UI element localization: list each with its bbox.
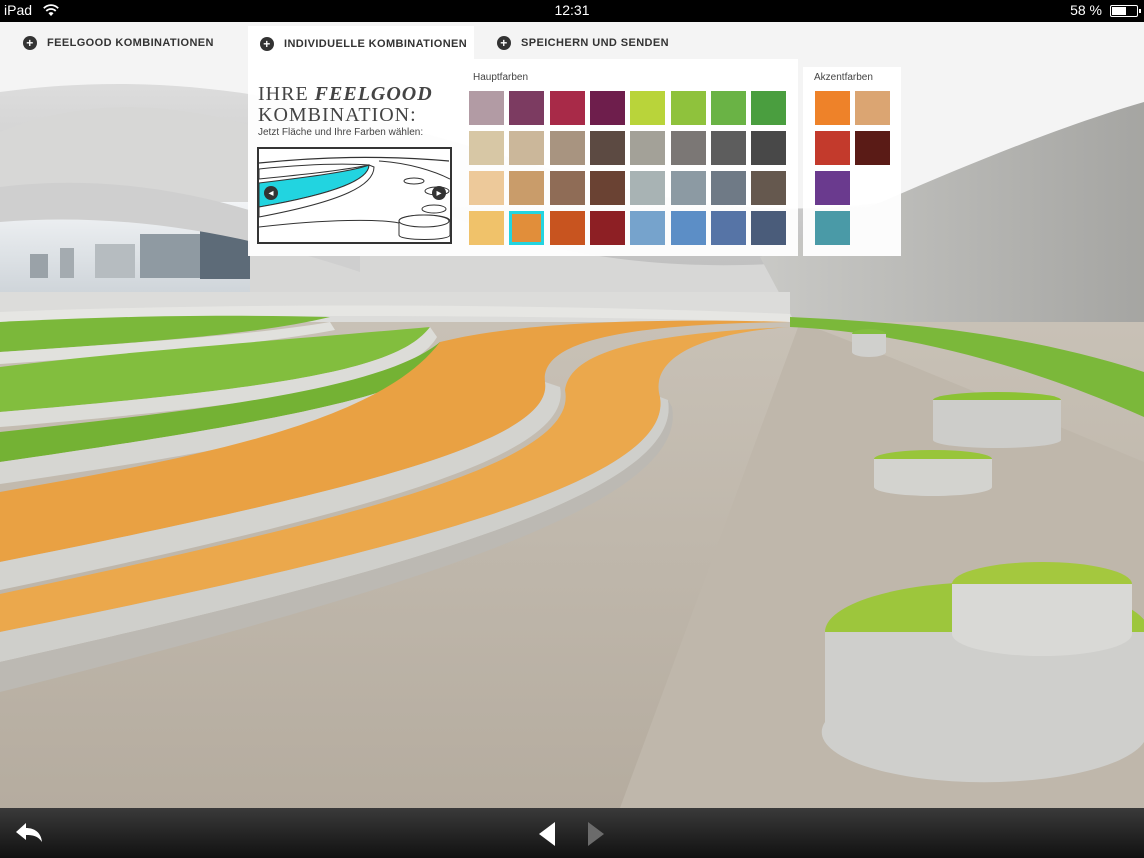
main-color-swatch[interactable] [751,91,787,125]
main-color-swatch[interactable] [589,211,625,245]
back-arrow-icon[interactable] [14,820,44,846]
main-color-swatch[interactable] [670,131,706,165]
main-color-swatch[interactable] [751,131,787,165]
plus-icon: + [260,37,274,51]
tab-label: SPEICHERN UND SENDEN [521,36,669,49]
main-color-swatch[interactable] [630,131,666,165]
accent-color-swatch[interactable] [815,211,850,245]
tab-feelgood-kombinationen[interactable]: + FEELGOOD KOMBINATIONEN [11,26,235,59]
main-color-swatch[interactable] [710,171,746,205]
main-color-swatch[interactable] [469,171,504,205]
tab-speichern-und-senden[interactable]: + SPEICHERN UND SENDEN [485,26,710,59]
combination-subtitle: Jetzt Fläche und Ihre Farben wählen: [258,127,424,138]
main-color-swatch[interactable] [469,211,504,245]
main-color-swatch[interactable] [509,171,545,205]
next-icon[interactable] [586,820,606,848]
accent-color-swatch[interactable] [855,131,890,165]
accent-colors-label: Akzentfarben [814,72,873,83]
main-color-swatch[interactable] [630,91,666,125]
main-color-swatch[interactable] [469,131,504,165]
tab-label: FEELGOOD KOMBINATIONEN [47,36,214,49]
main-color-swatch[interactable] [509,131,545,165]
main-color-swatch[interactable] [509,211,545,245]
surface-selector-thumbnail[interactable]: ◂ ▸ [257,147,452,244]
plus-icon: + [497,35,511,50]
previous-icon[interactable] [537,820,557,848]
main-color-swatch[interactable] [710,211,746,245]
main-color-swatch[interactable] [589,171,625,205]
tab-individuelle-kombinationen[interactable]: + INDIVIDUELLE KOMBINATIONEN [248,26,474,62]
main-color-swatch[interactable] [751,171,787,205]
battery-icon [1110,5,1141,17]
main-color-swatch[interactable] [670,171,706,205]
main-color-swatch[interactable] [549,131,585,165]
main-color-swatch[interactable] [751,211,787,245]
plus-icon: + [23,35,37,50]
main-color-swatch[interactable] [589,91,625,125]
main-color-swatch[interactable] [549,91,585,125]
main-color-swatch[interactable] [710,91,746,125]
main-color-swatch[interactable] [710,131,746,165]
tab-label: INDIVIDUELLE KOMBINATIONEN [284,38,468,50]
main-color-swatch[interactable] [589,131,625,165]
main-color-swatch[interactable] [509,91,545,125]
accent-color-swatch[interactable] [855,91,890,125]
main-colors-label: Hauptfarben [473,72,529,83]
accent-color-swatch[interactable] [815,131,850,165]
next-surface-icon[interactable]: ▸ [432,186,446,200]
prev-surface-icon[interactable]: ◂ [264,186,278,200]
main-color-swatch[interactable] [469,91,504,125]
main-color-swatch[interactable] [549,211,585,245]
status-bar: iPad 12:31 58 % [0,0,1144,22]
main-color-swatch[interactable] [549,171,585,205]
status-time: 12:31 [554,2,590,18]
combination-title: IHRE FEELGOOD KOMBINATION: [258,83,433,126]
main-color-swatch[interactable] [630,211,666,245]
accent-color-swatch[interactable] [815,171,850,205]
main-color-swatch[interactable] [630,171,666,205]
accent-color-swatch[interactable] [815,91,850,125]
bottom-toolbar [0,808,1144,858]
main-color-swatch[interactable] [670,91,706,125]
main-color-swatch[interactable] [670,211,706,245]
battery-percent: 58 % [1070,2,1102,18]
